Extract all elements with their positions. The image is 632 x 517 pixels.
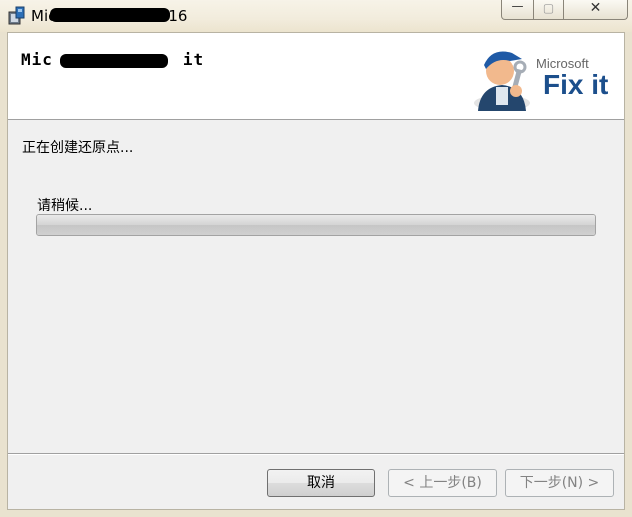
- header-banner: Mic it Microsoft Fix it: [8, 33, 624, 120]
- next-button[interactable]: 下一步(N) >: [505, 469, 614, 497]
- mechanic-with-wrench-icon: [474, 51, 530, 111]
- back-button[interactable]: < 上一步(B): [388, 469, 497, 497]
- close-icon: ✕: [589, 0, 602, 16]
- logo-product-text: Fix it: [543, 69, 609, 100]
- footer-divider: [8, 453, 624, 455]
- wizard-window: Mic it Microsoft Fix it 正在创建还原点... 请稍候...…: [7, 32, 625, 510]
- redacted-banner-block: [60, 54, 168, 68]
- maximize-button: ▢: [534, 0, 564, 20]
- cancel-button[interactable]: 取消: [267, 469, 375, 497]
- wait-label: 请稍候...: [37, 198, 93, 214]
- status-text: 正在创建还原点...: [22, 140, 134, 156]
- progress-fill: [37, 215, 595, 235]
- minimize-button[interactable]: —: [501, 0, 534, 20]
- progress-bar: [36, 214, 596, 236]
- close-button[interactable]: ✕: [564, 0, 628, 20]
- title-bar: Mic 16 — ▢ ✕: [0, 0, 632, 32]
- app-installer-icon: [8, 6, 25, 25]
- minimize-icon: —: [511, 0, 524, 13]
- redacted-title-block: [50, 8, 170, 22]
- microsoft-fix-it-logo: Microsoft Fix it: [470, 43, 618, 113]
- maximize-icon: ▢: [542, 1, 555, 15]
